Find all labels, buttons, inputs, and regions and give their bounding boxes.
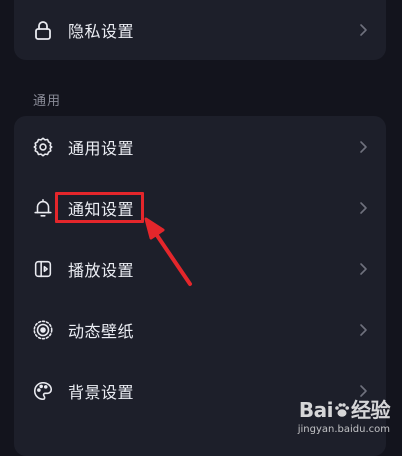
watermark-url: jingyan.baidu.com [297, 424, 390, 435]
lock-icon [32, 19, 54, 41]
watermark-logo: Bai 经验 [298, 398, 391, 423]
chevron-right-icon [358, 23, 368, 37]
chevron-right-icon [358, 384, 368, 398]
live-wallpaper-icon [32, 319, 54, 341]
highlight-box [55, 192, 144, 223]
settings-item-playback[interactable]: 播放设置 [14, 238, 386, 299]
settings-item-label: 隐私设置 [68, 21, 135, 41]
chevron-right-icon [358, 140, 368, 154]
settings-item-label: 播放设置 [68, 260, 135, 280]
privacy-card: 隐私设置 [14, 0, 386, 60]
settings-item-label: 背景设置 [68, 382, 135, 402]
watermark-brand-left: Bai [298, 398, 334, 422]
paw-icon [333, 401, 351, 423]
palette-icon [32, 380, 54, 402]
bell-icon [32, 197, 54, 219]
settings-item-live-wallpaper[interactable]: 动态壁纸 [14, 299, 386, 360]
section-title-general: 通用 [33, 94, 62, 109]
settings-item-label: 通用设置 [68, 138, 135, 158]
chevron-right-icon [358, 262, 368, 276]
settings-item-privacy[interactable]: 隐私设置 [14, 0, 386, 60]
settings-item-label: 动态壁纸 [68, 321, 135, 341]
baidu-watermark: Bai 经验 jingyan.baidu.com [297, 398, 391, 436]
play-settings-icon [32, 258, 54, 280]
watermark-brand-right: 经验 [351, 398, 391, 422]
settings-item-general[interactable]: 通用设置 [14, 116, 386, 177]
gear-icon [32, 136, 54, 158]
chevron-right-icon [358, 201, 368, 215]
chevron-right-icon [358, 323, 368, 337]
